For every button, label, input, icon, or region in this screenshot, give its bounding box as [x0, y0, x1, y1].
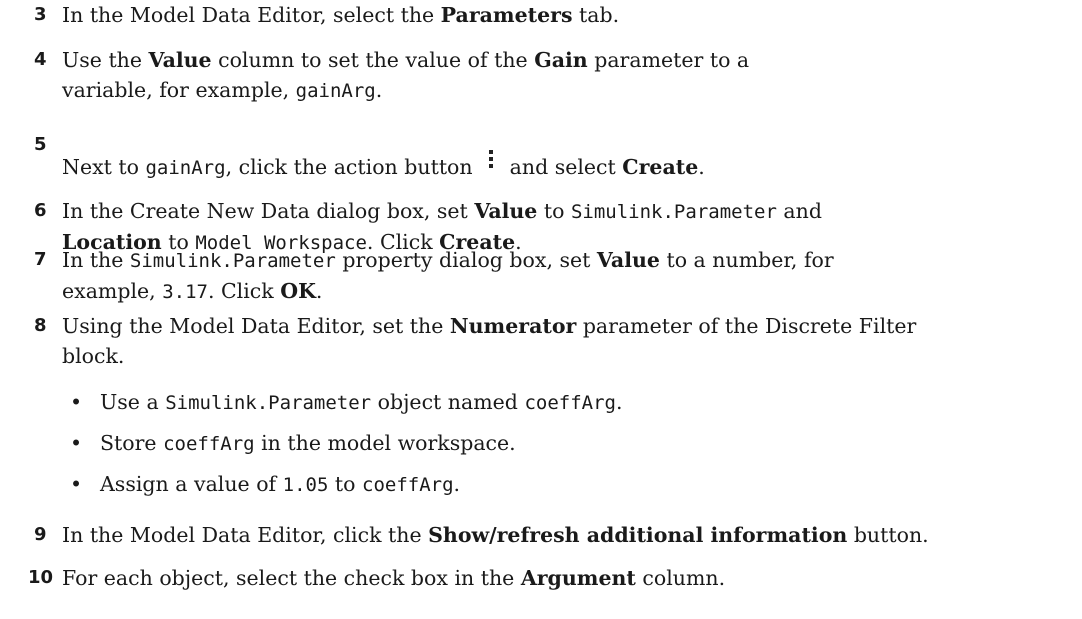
step-number: 5 — [34, 134, 47, 155]
text-run: Use a — [100, 390, 166, 414]
text-run: In the — [62, 248, 130, 272]
text-run: . — [615, 390, 623, 414]
bold-term: Value — [474, 199, 538, 223]
bullet-icon: • — [70, 472, 83, 496]
bold-term: Value — [148, 48, 212, 72]
step-number: 7 — [34, 249, 47, 270]
text-run: . — [453, 472, 461, 496]
step-text: For each object, select the check box in… — [62, 563, 1082, 593]
step-number: 4 — [34, 49, 47, 70]
text-run: to — [328, 472, 363, 496]
text-run: object named — [371, 390, 525, 414]
step-number: 6 — [34, 200, 47, 221]
text-run: In the Model Data Editor, click the — [62, 523, 429, 547]
code-term: coeffArg — [524, 392, 616, 414]
step-8: 8 Using the Model Data Editor, set the Nu… — [0, 311, 962, 510]
text-run: . — [315, 279, 323, 303]
code-term: Simulink.Parameter — [570, 201, 777, 223]
kebab-menu-icon — [483, 148, 499, 170]
bullet-list: • Use a Simulink.Parameter object named c… — [62, 387, 962, 500]
code-term: coeffArg — [163, 433, 255, 455]
step-4: 4 Use the Value column to set the value o… — [0, 45, 842, 106]
step-text: In the Simulink.Parameter property dialo… — [62, 245, 852, 307]
text-run: , click the action button — [225, 155, 480, 179]
step-3: 3 In the Model Data Editor, select the Pa… — [0, 0, 1082, 30]
text-run: to — [537, 199, 571, 223]
step-9: 9 In the Model Data Editor, click the Sho… — [0, 520, 1082, 550]
text-run: Use the — [62, 48, 149, 72]
code-term: gainArg — [295, 80, 376, 102]
step-text: Use the Value column to set the value of… — [62, 45, 842, 106]
text-run: . Click — [207, 279, 281, 303]
bold-term: Gain — [534, 48, 588, 72]
text-run: and — [776, 199, 822, 223]
code-term: Simulink.Parameter — [165, 392, 372, 414]
bold-term: Argument — [520, 566, 636, 590]
step-number: 3 — [34, 4, 47, 25]
code-term: coeffArg — [362, 474, 454, 496]
step-number: 9 — [34, 524, 47, 545]
text-run: . — [698, 155, 705, 179]
text-run: in the model workspace. — [254, 431, 516, 455]
code-term: gainArg — [145, 157, 226, 179]
code-term: 3.17 — [162, 281, 208, 303]
text-run: Using the Model Data Editor, set the — [62, 314, 450, 338]
text-run: tab. — [572, 3, 620, 27]
bullet-icon: • — [70, 390, 83, 414]
text-run: In the Model Data Editor, select the — [62, 3, 441, 27]
bullet-icon: • — [70, 431, 83, 455]
text-run: For each object, select the check box in… — [62, 566, 521, 590]
text-run: Next to — [62, 155, 146, 179]
code-term: Simulink.Parameter — [129, 250, 336, 272]
text-run: column to set the value of the — [211, 48, 535, 72]
bold-term: Numerator — [449, 314, 577, 338]
step-number: 8 — [34, 315, 47, 336]
bold-term: OK — [280, 279, 316, 303]
bullet-item: • Store coeffArg in the model workspace. — [62, 428, 962, 459]
step-text: In the Model Data Editor, select the Par… — [62, 0, 1082, 30]
step-text: Using the Model Data Editor, set the Num… — [62, 311, 962, 371]
bullet-item: • Use a Simulink.Parameter object named c… — [62, 387, 962, 418]
bold-term: Parameters — [440, 3, 573, 27]
bold-term: Create — [622, 155, 699, 179]
text-run: button. — [847, 523, 929, 547]
text-run: and select — [503, 155, 623, 179]
code-term: 1.05 — [282, 474, 329, 496]
text-run: property dialog box, set — [335, 248, 597, 272]
step-7: 7 In the Simulink.Parameter property dial… — [0, 245, 852, 307]
text-run: In the Create New Data dialog box, set — [62, 199, 475, 223]
text-run: Store — [100, 431, 164, 455]
step-text: Next to gainArg, click the action button… — [62, 148, 1082, 183]
text-run: column. — [635, 566, 726, 590]
bold-term: Value — [596, 248, 660, 272]
text-run: Assign a value of — [100, 472, 283, 496]
step-number: 10 — [28, 567, 54, 588]
text-run: . — [375, 78, 383, 102]
step-5: 5 Next to gainArg, click the action butto… — [0, 130, 1082, 183]
bullet-item: • Assign a value of 1.05 to coeffArg. — [62, 469, 962, 500]
step-text: In the Model Data Editor, click the Show… — [62, 520, 1082, 550]
step-10: 10 For each object, select the check box … — [0, 563, 1082, 593]
bold-term: Show/refresh additional information — [428, 523, 848, 547]
